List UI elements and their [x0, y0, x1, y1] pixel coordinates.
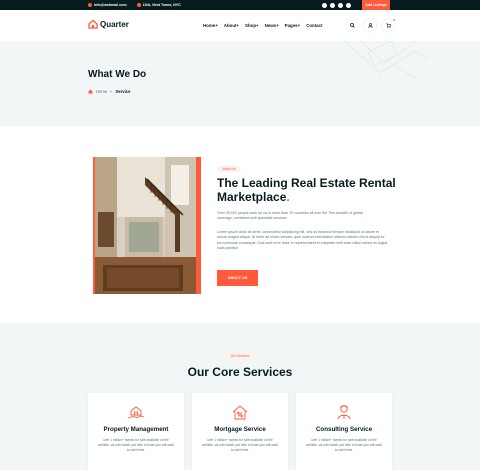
top-bar: info@webmail.com 15/A, Nest Tower, NYC A… — [0, 0, 480, 10]
logo-text: Quarter — [100, 19, 129, 29]
nav-item-contact[interactable]: Contact — [306, 23, 322, 28]
home-icon — [88, 89, 93, 94]
breadcrumb-separator: » — [110, 89, 113, 94]
consultant-icon — [337, 405, 351, 420]
account-button[interactable] — [364, 19, 376, 31]
header-actions: 2 — [346, 18, 395, 31]
search-icon — [349, 22, 355, 28]
service-card-text: over 1 million+ homes for sale available… — [202, 438, 279, 452]
service-card-text: over 1 million+ homes for sale available… — [98, 438, 175, 452]
cart-icon — [385, 22, 391, 28]
search-button[interactable] — [346, 19, 358, 31]
service-card-title: Consulting Service — [315, 426, 373, 433]
nav-item-pages[interactable]: Pages+ — [285, 23, 301, 28]
about-title: The Leading Real Estate Rental Marketpla… — [217, 176, 396, 204]
breadcrumb-home[interactable]: Home — [96, 89, 107, 94]
cart-count-badge: 2 — [393, 18, 395, 22]
page-banner: What We Do Home » Service — [0, 41, 480, 126]
topbar-contact: info@webmail.com 15/A, Nest Tower, NYC — [88, 0, 181, 10]
location-icon — [136, 3, 141, 7]
user-icon — [367, 22, 373, 28]
nav-item-shop[interactable]: Shop+ — [245, 23, 259, 28]
services-section: Our Services Our Core Services Property … — [0, 323, 480, 470]
breadcrumb: Home » Service — [88, 89, 130, 94]
nav-item-about[interactable]: About+ — [224, 23, 239, 28]
services-tag: Our Services — [223, 353, 257, 359]
logo[interactable]: Quarter — [88, 19, 129, 29]
about-lead-text: Over 39,000 people work for us in more t… — [217, 211, 363, 221]
page-title: What We Do — [88, 69, 147, 80]
main-nav: Home+ About+ Shop+ News+ Pages+ Contact — [203, 23, 323, 28]
topbar-email[interactable]: info@webmail.com — [88, 3, 127, 7]
mail-icon — [88, 3, 92, 7]
twitter-icon[interactable] — [330, 2, 335, 8]
service-card-title: Mortgage Service — [214, 426, 266, 433]
service-card-text: over 1 million+ homes for sale available… — [306, 438, 383, 452]
instagram-icon[interactable] — [338, 2, 343, 8]
services-title: Our Core Services — [187, 365, 293, 379]
nav-item-news[interactable]: News+ — [265, 23, 279, 28]
service-card[interactable]: Consulting Service over 1 million+ homes… — [296, 393, 392, 470]
house-hand-icon — [127, 406, 145, 419]
nav-item-home[interactable]: Home+ — [203, 23, 218, 28]
topbar-address: 15/A, Nest Tower, NYC — [136, 3, 181, 7]
service-card-title: Property Management — [103, 426, 169, 433]
cart-button[interactable]: 2 — [382, 18, 395, 31]
blueprint-decoration — [344, 41, 429, 81]
dribbble-icon[interactable] — [346, 2, 351, 8]
facebook-icon[interactable] — [322, 2, 327, 8]
interior-staircase-image — [95, 157, 196, 294]
service-card[interactable]: Property Management over 1 million+ home… — [88, 393, 184, 470]
house-percent-icon — [232, 405, 248, 420]
main-header: Quarter Home+ About+ Shop+ News+ Pages+ … — [0, 10, 480, 41]
about-image-frame — [93, 157, 201, 294]
service-card[interactable]: Mortgage Service over 1 million+ homes f… — [192, 393, 288, 470]
social-links — [322, 0, 351, 10]
about-body-text: Lorem ipsum dolor sit amet, consectetur … — [217, 230, 388, 251]
logo-house-icon — [88, 19, 98, 29]
about-us-button[interactable]: ABOUT US — [217, 270, 258, 286]
add-listings-button[interactable]: Add Listings — [362, 0, 390, 10]
about-tag: About Us — [217, 166, 241, 172]
breadcrumb-current: Service — [115, 89, 131, 94]
